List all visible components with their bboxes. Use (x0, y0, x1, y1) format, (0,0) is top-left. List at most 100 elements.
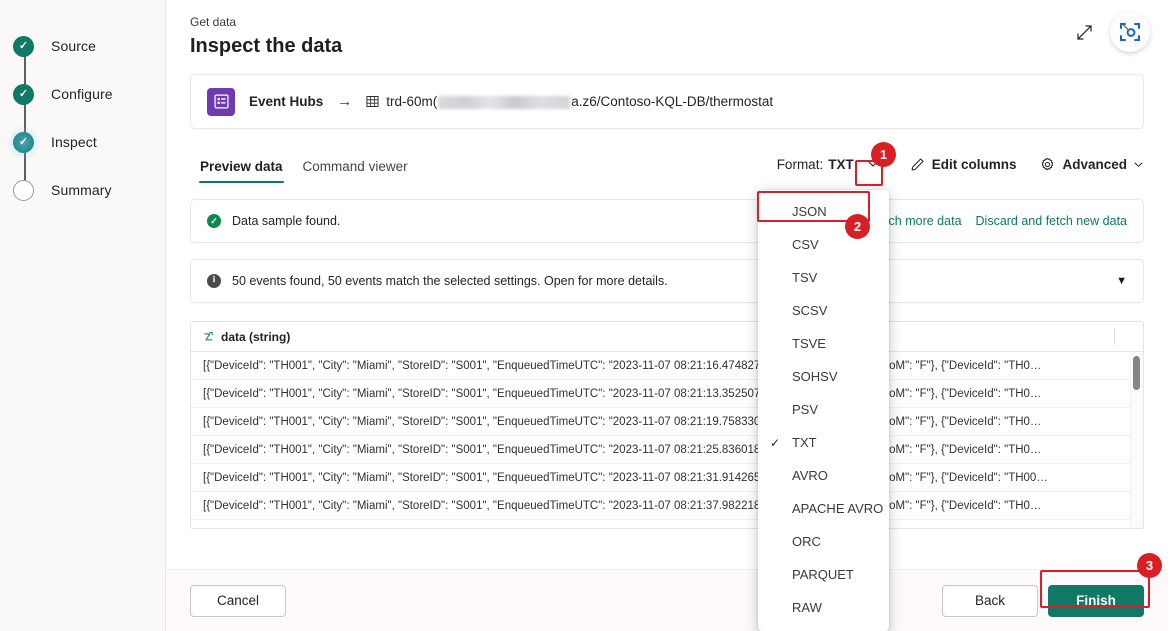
grid-scrollbar-thumb[interactable] (1133, 356, 1140, 390)
get-data-wizard: ✓ Source ✓ Configure ✓ Inspect Summary G… (0, 0, 1168, 631)
edit-columns-button[interactable]: Edit columns (910, 156, 1017, 172)
annotation-badge-1: 1 (871, 142, 896, 167)
menu-item-parquet[interactable]: PARQUET (758, 558, 889, 591)
annotation-badge-2: 2 (845, 214, 870, 239)
menu-item-label: TSV (792, 270, 818, 285)
sidebar-item-summary[interactable]: Summary (0, 166, 165, 214)
table-row[interactable]: [{"DeviceId": "TH001", "City": "Miami", … (191, 464, 1143, 492)
menu-item-label: TSVE (792, 336, 826, 351)
source-target-card: Event Hubs → trd-60m( a.z6/Contoso-KQL-D… (190, 74, 1144, 129)
cancel-button[interactable]: Cancel (190, 584, 286, 617)
menu-item-orc[interactable]: ORC (758, 525, 889, 558)
menu-item-apache-avro[interactable]: APACHE AVRO (758, 492, 889, 525)
chevron-down-icon (1133, 159, 1144, 170)
tab-list: Preview data Command viewer (190, 159, 418, 183)
sidebar-item-inspect[interactable]: ✓ Inspect (0, 118, 165, 166)
table-row[interactable]: [{"DeviceId": "TH001", "City": "Miami", … (191, 380, 1143, 408)
tab-command-viewer[interactable]: Command viewer (293, 159, 418, 183)
menu-item-label: APACHE AVRO (792, 501, 884, 516)
back-button[interactable]: Back (942, 584, 1038, 617)
header-actions (1072, 12, 1150, 52)
info-icon: i (207, 274, 221, 288)
event-hubs-icon (207, 87, 235, 116)
finish-button[interactable]: Finish (1048, 584, 1144, 617)
menu-item-tsv[interactable]: TSV (758, 261, 889, 294)
step-status-dot-summary (13, 179, 34, 201)
annotation-badge-3: 3 (1137, 553, 1162, 578)
preview-toolbar: Format: TXT Edit columns Advanced (777, 152, 1144, 183)
sidebar-item-label: Summary (51, 182, 112, 198)
string-type-icon (203, 331, 215, 343)
advanced-button[interactable]: Advanced (1040, 157, 1144, 172)
menu-item-label: AVRO (792, 468, 828, 483)
menu-item-label: JSON (792, 204, 827, 219)
column-header-label: data (string) (221, 329, 291, 344)
menu-item-psv[interactable]: PSV (758, 393, 889, 426)
menu-item-avro[interactable]: AVRO (758, 459, 889, 492)
format-dropdown-menu: JSON CSV TSV SCSV TSVE SOHSV PSV ✓ TXT A… (758, 190, 889, 631)
menu-item-label: RAW (792, 600, 822, 615)
table-row[interactable]: [{"DeviceId": "TH001", "City": "Miami", … (191, 492, 1143, 520)
menu-item-scsv[interactable]: SCSV (758, 294, 889, 327)
gear-icon (1040, 157, 1055, 172)
discard-and-fetch-new-data-link[interactable]: Discard and fetch new data (976, 214, 1127, 228)
wizard-stepper-sidebar: ✓ Source ✓ Configure ✓ Inspect Summary (0, 0, 166, 631)
preview-data-grid: data (string) [{"DeviceId": "TH001", "Ci… (190, 321, 1144, 529)
source-name: Event Hubs (249, 94, 324, 109)
page-header: Get data Inspect the data (166, 0, 1168, 60)
advanced-label: Advanced (1062, 156, 1127, 172)
target-path-prefix: trd-60m( (386, 94, 438, 109)
data-sample-status-bar: ✓ Data sample found. Fetch more data Dis… (190, 199, 1144, 243)
wizard-footer: Cancel Back Finish (166, 569, 1168, 631)
tab-preview-data[interactable]: Preview data (190, 159, 293, 183)
menu-item-txt[interactable]: ✓ TXT (758, 426, 889, 459)
sidebar-item-label: Source (51, 38, 96, 54)
arrow-icon: → (337, 93, 353, 110)
table-row[interactable]: [{"DeviceId": "TH001", "City": "Miami", … (191, 436, 1143, 464)
step-status-dot-inspect: ✓ (6, 124, 41, 160)
sidebar-item-label: Inspect (51, 134, 97, 150)
sidebar-item-configure[interactable]: ✓ Configure (0, 70, 165, 118)
menu-item-label: SOHSV (792, 369, 838, 384)
caret-down-icon[interactable]: ▼ (1116, 275, 1127, 287)
table-grid-icon (366, 95, 379, 108)
target-path: trd-60m( a.z6/Contoso-KQL-DB/thermostat (366, 94, 773, 109)
step-status-dot-configure: ✓ (13, 83, 34, 105)
status-text: Data sample found. (232, 214, 341, 228)
menu-item-label: PSV (792, 402, 819, 417)
redacted-path-segment (438, 96, 571, 109)
menu-item-csv[interactable]: CSV (758, 228, 889, 261)
menu-item-label: CSV (792, 237, 819, 252)
format-value: TXT (828, 156, 854, 172)
step-status-dot-source: ✓ (13, 35, 34, 57)
success-check-icon: ✓ (207, 214, 221, 228)
menu-item-tsve[interactable]: TSVE (758, 327, 889, 360)
menu-item-label: PARQUET (792, 567, 854, 582)
format-label: Format: (776, 156, 824, 172)
menu-item-label: SCSV (792, 303, 828, 318)
target-path-suffix: a.z6/Contoso-KQL-DB/thermostat (571, 94, 774, 109)
sidebar-item-label: Configure (51, 86, 113, 102)
info-message: i 50 events found, 50 events match the s… (207, 274, 1116, 288)
menu-item-label: TXT (792, 435, 817, 450)
edit-columns-label: Edit columns (931, 156, 1017, 172)
grid-column-header[interactable]: data (string) (191, 322, 1143, 352)
sidebar-item-source[interactable]: ✓ Source (0, 22, 165, 70)
menu-item-raw[interactable]: RAW (758, 591, 889, 624)
main-content: Get data Inspect the data Event Hubs → t… (166, 0, 1168, 631)
table-row[interactable]: [{"DeviceId": "TH001", "City": "Miami", … (191, 352, 1143, 380)
table-row[interactable]: [{"DeviceId": "TH001", "City": "Miami", … (191, 408, 1143, 436)
tab-toolbar-row: Preview data Command viewer Format: TXT (190, 143, 1144, 183)
column-divider (1114, 328, 1115, 345)
footer-right-actions: Back Finish (942, 584, 1144, 617)
breadcrumb: Get data (190, 15, 237, 29)
events-info-bar[interactable]: i 50 events found, 50 events match the s… (190, 259, 1144, 303)
pencil-icon (910, 157, 925, 172)
status-links: Fetch more data Discard and fetch new da… (871, 214, 1128, 228)
format-selector[interactable]: Format: TXT (777, 157, 854, 172)
menu-item-sohsv[interactable]: SOHSV (758, 360, 889, 393)
focus-capture-icon[interactable] (1110, 12, 1150, 52)
menu-item-label: ORC (792, 534, 821, 549)
info-text: 50 events found, 50 events match the sel… (232, 274, 668, 288)
expand-diagonal-icon[interactable] (1072, 20, 1096, 44)
